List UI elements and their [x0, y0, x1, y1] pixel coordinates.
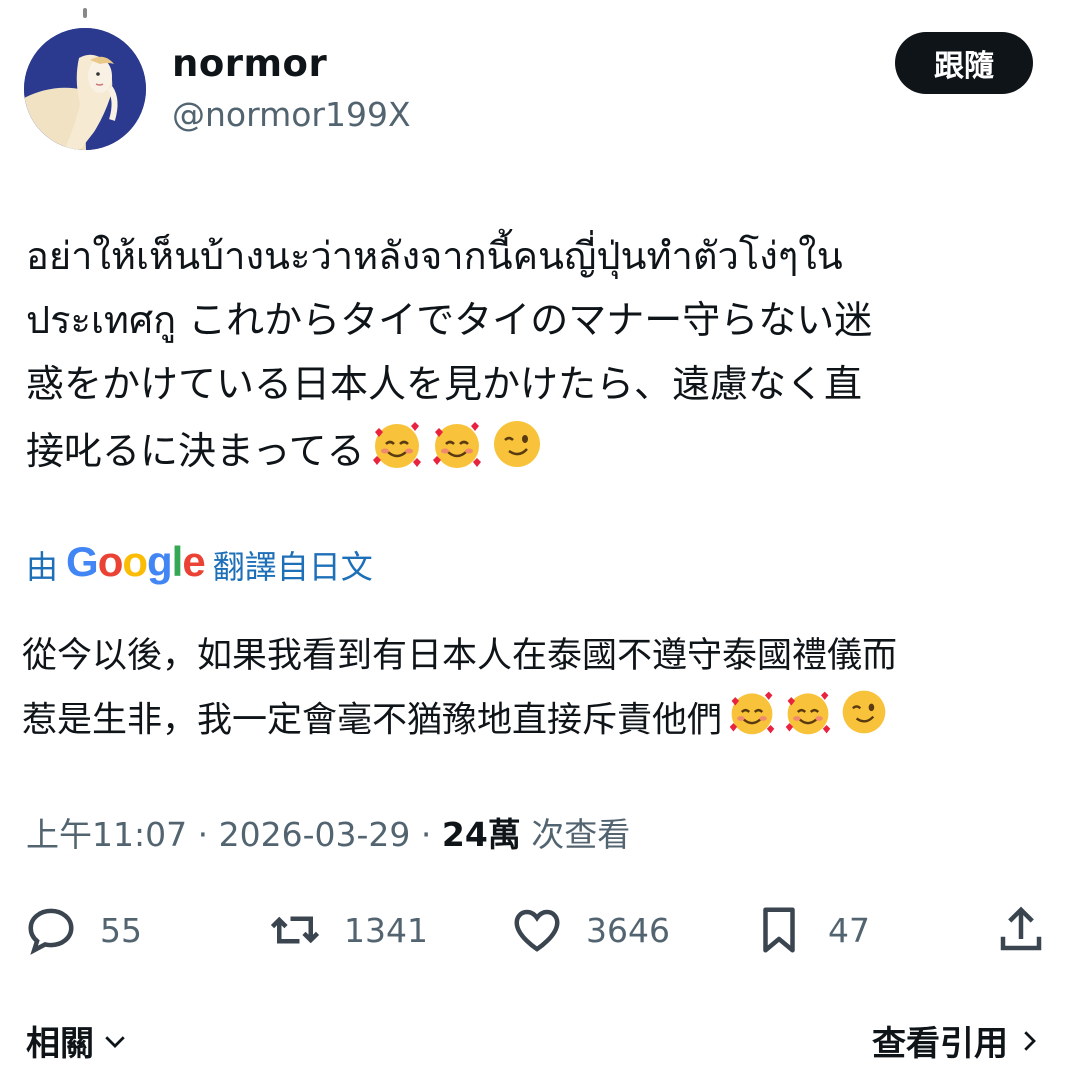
translated-line-last: 惹是生非，我一定會毫不猶豫地直接斥責他們	[22, 686, 1062, 757]
chevron-down-icon	[105, 1035, 125, 1048]
translation-attribution[interactable]: 由 Google 翻譯自日文	[26, 538, 373, 590]
google-logo: Google	[66, 538, 206, 585]
related-label: 相關	[26, 1024, 94, 1064]
view-count-label: 次查看	[520, 815, 631, 854]
reply-count: 55	[100, 910, 142, 950]
reply-button[interactable]: 55	[24, 900, 142, 960]
tweet-line: 惑をかけている日本人を見かけたら、遠慮なく直	[26, 362, 863, 406]
bookmark-count: 47	[828, 910, 870, 950]
smiling-face-with-hearts-icon	[429, 416, 485, 491]
like-button[interactable]: 3646	[510, 900, 670, 960]
chevron-right-icon	[1024, 1030, 1036, 1051]
tweet-line: อย่าให้เห็นบ้างนะว่าหลังจากนี้คนญี่ปุ่นท…	[26, 234, 843, 278]
winking-face-icon	[838, 686, 890, 757]
translated-line: 從今以後，如果我看到有日本人在泰國不遵守泰國禮儀而	[22, 636, 898, 676]
repost-button[interactable]: 1341	[268, 900, 428, 960]
view-quotes-link[interactable]: 查看引用	[872, 1016, 1044, 1065]
like-count: 3646	[586, 910, 670, 950]
author-handle[interactable]: @normor199X	[172, 95, 411, 134]
share-button[interactable]	[994, 900, 1048, 960]
tweet-line-last: 接叱るに決まってる	[26, 416, 1056, 491]
translated-text: 從今以後，如果我看到有日本人在泰國不遵守泰國禮儀而 惹是生非，我一定會毫不猶豫地…	[22, 626, 1062, 757]
share-icon	[1000, 906, 1042, 951]
reply-icon	[28, 908, 74, 955]
translated-line-text: 惹是生非，我一定會毫不猶豫地直接斥責他們	[22, 700, 723, 741]
view-quotes-label: 查看引用	[872, 1024, 1008, 1064]
meta-separator: ·	[410, 815, 442, 854]
avatar[interactable]	[24, 28, 146, 150]
translation-suffix: 翻譯自日文	[212, 548, 373, 586]
heart-icon	[514, 909, 560, 952]
author-name[interactable]: normor	[172, 42, 327, 85]
bookmark-button[interactable]: 47	[752, 900, 870, 960]
repost-icon	[270, 916, 320, 944]
action-bar: 55 1341 3646 47	[0, 900, 1080, 960]
smiling-face-with-hearts-icon	[369, 416, 425, 491]
tweet-meta: 上午11:07 · 2026-03-29 · 24萬 次查看	[26, 808, 630, 856]
avatar-illustration	[24, 28, 146, 150]
tweet-time[interactable]: 上午11:07	[26, 815, 187, 854]
meta-separator: ·	[187, 815, 219, 854]
smiling-face-with-hearts-icon	[726, 686, 778, 757]
tweet-line-text: 接叱るに決まってる	[26, 429, 365, 473]
view-count: 24萬	[441, 815, 521, 854]
follow-button[interactable]: 跟隨	[895, 32, 1033, 94]
winking-face-icon	[489, 416, 545, 491]
status-indicator	[83, 8, 87, 18]
tweet-text: อย่าให้เห็นบ้างนะว่าหลังจากนี้คนญี่ปุ่นท…	[26, 224, 1056, 491]
related-toggle[interactable]: 相關	[26, 1016, 130, 1065]
tweet-date[interactable]: 2026-03-29	[219, 815, 411, 854]
smiling-face-with-hearts-icon	[782, 686, 834, 757]
translation-prefix: 由	[26, 548, 59, 586]
tweet-line: ประเทศกู これからタイでタイのマナー守らない迷	[26, 298, 873, 342]
repost-count: 1341	[344, 910, 428, 950]
bookmark-icon	[763, 907, 795, 953]
